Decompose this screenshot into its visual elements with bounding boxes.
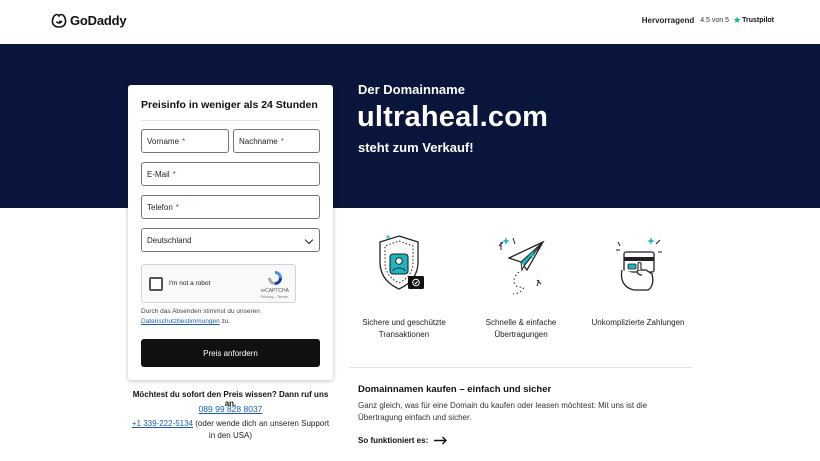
feature-transfer-label: Schnelle & einfache Übertragungen — [485, 318, 557, 339]
form-title: Preisinfo in weniger als 24 Stunden — [141, 99, 318, 111]
consent-text: Durch das Absenden stimmst du unseren Da… — [141, 307, 321, 327]
trustpilot-star-icon: ★ — [733, 15, 742, 25]
trustpilot-rating[interactable]: Hervorragend 4.5 von 5 ★ Trustpilot — [642, 15, 774, 26]
paper-plane-icon — [498, 237, 545, 295]
submit-button[interactable]: Preis anfordern — [141, 339, 320, 367]
last-name-label: Nachname — [239, 136, 278, 146]
email-label: E-Mail — [147, 169, 170, 179]
privacy-link[interactable]: Datenschutzbestimmungen — [141, 318, 220, 325]
consent-suffix: zu. — [221, 318, 231, 325]
hero-subtitle: steht zum Verkauf! — [358, 140, 474, 155]
required-mark: * — [175, 202, 179, 212]
rating-word: Hervorragend — [641, 16, 695, 25]
phone-label: Telefon — [147, 202, 173, 212]
first-name-label: Vorname — [147, 136, 180, 146]
recaptcha-widget: I'm not a robot reCAPTCHA Privacy - Term… — [141, 264, 296, 303]
brand-name: GoDaddy — [70, 13, 127, 28]
first-name-field[interactable]: Vorname * — [141, 129, 229, 153]
feature-payment: Unkomplizierte Zahlungen — [578, 232, 698, 329]
feature-transfer: Schnelle & einfache Übertragungen — [461, 232, 581, 341]
recaptcha-label: I'm not a robot — [169, 280, 211, 287]
us-support-note: (oder wende dich an unseren Support in d… — [193, 419, 330, 440]
shield-icon — [379, 235, 424, 290]
chevron-down-icon — [304, 235, 314, 245]
required-mark: * — [182, 136, 186, 146]
feature-secure-label: Sichere und geschützte Transaktionen — [362, 318, 446, 339]
payment-card-icon — [616, 237, 662, 291]
rating-score: 4.5 von 5 — [700, 17, 730, 24]
us-support-text: +1 339-222-5134 (oder wende dich an unse… — [128, 418, 333, 442]
trustpilot-name: Trustpilot — [742, 17, 774, 24]
recaptcha-checkbox[interactable] — [149, 277, 163, 291]
godaddy-logo-icon — [51, 13, 67, 28]
how-it-works-label: So funktioniert es: — [358, 436, 429, 445]
recaptcha-links[interactable]: Privacy - Terms — [261, 294, 288, 299]
phone-number-us[interactable]: +1 339-222-5134 — [132, 419, 193, 428]
godaddy-logo[interactable]: GoDaddy — [51, 13, 127, 28]
required-mark: * — [280, 136, 284, 146]
top-bar: GoDaddy Hervorragend 4.5 von 5 ★ Trustpi… — [0, 0, 820, 44]
feature-payment-label: Unkomplizierte Zahlungen — [591, 318, 685, 327]
consent-prefix: Durch das Absenden stimmst du unseren — [141, 308, 260, 315]
hero-pretitle: Der Domainname — [358, 82, 465, 97]
form-divider — [141, 120, 320, 121]
feature-secure: Sichere und geschützte Transaktionen — [344, 232, 464, 341]
country-select[interactable]: Deutschland — [141, 228, 320, 252]
phone-number-de[interactable]: 089 99 828 8037 — [128, 404, 333, 414]
price-request-form: Preisinfo in weniger als 24 Stunden Vorn… — [128, 85, 333, 380]
required-mark: * — [172, 169, 176, 179]
arrow-right-icon — [434, 436, 448, 445]
section-divider — [349, 367, 692, 368]
phone-field[interactable]: Telefon * — [141, 195, 320, 219]
country-value: Deutschland — [147, 235, 192, 245]
buy-section-title: Domainnamen kaufen – einfach und sicher — [358, 384, 552, 395]
last-name-field[interactable]: Nachname * — [233, 129, 320, 153]
how-it-works-link[interactable]: So funktioniert es: — [358, 436, 448, 445]
buy-section-text: Ganz gleich, was für eine Domain du kauf… — [358, 401, 648, 422]
email-field[interactable]: E-Mail * — [141, 162, 320, 186]
recaptcha-icon — [268, 271, 282, 285]
domain-name: ultraheal.com — [357, 101, 549, 133]
